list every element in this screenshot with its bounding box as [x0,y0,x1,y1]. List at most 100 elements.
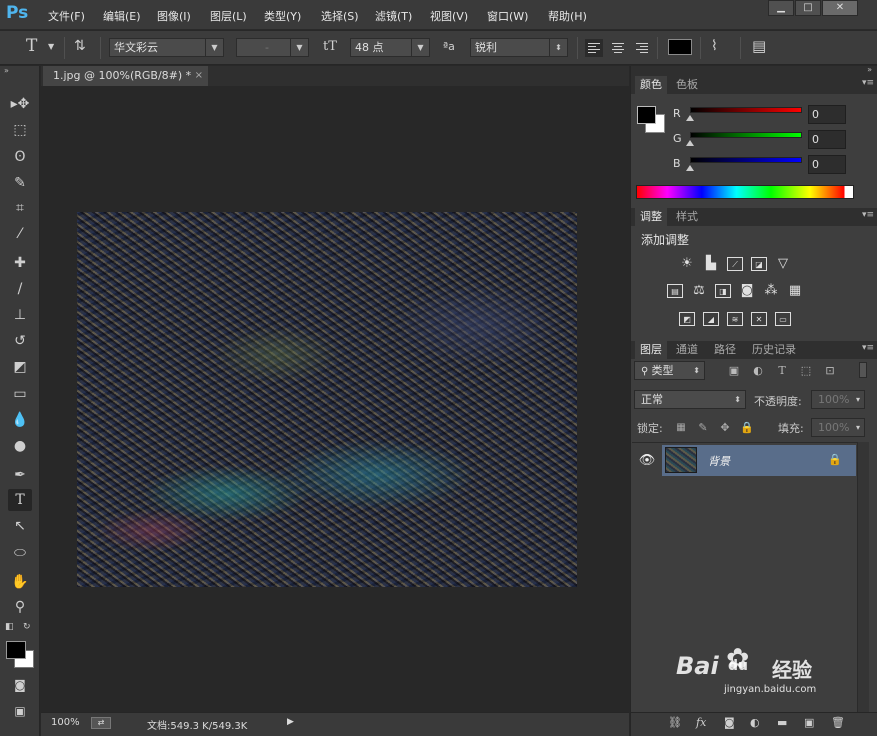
minimize-button[interactable]: ▁ [768,0,794,16]
dodge-tool-icon[interactable]: ● [8,435,32,457]
collapse-icon[interactable]: » [4,66,9,75]
hand-tool-icon[interactable]: ✋ [8,571,32,593]
opacity-input[interactable]: 100% ▾ [811,390,865,409]
quick-select-tool-icon[interactable]: ✎ [8,172,32,194]
fill-input[interactable]: 100% ▾ [811,418,865,437]
collapse-icon[interactable]: » [867,65,872,74]
marquee-tool-icon[interactable]: ⬚ [8,119,32,141]
gradient-tool-icon[interactable]: ▭ [8,383,32,405]
green-slider-thumb[interactable] [686,140,694,146]
tab-adjustments[interactable]: 调整 [635,208,667,226]
eye-icon[interactable]: 👁 [633,445,661,476]
lock-image-icon[interactable]: ✎ [695,421,711,435]
channel-mixer-icon[interactable]: ⁂ [763,284,779,298]
antialias-select[interactable]: 锐利 ⬍ [470,38,568,57]
zoom-tool-icon[interactable]: ⚲ [8,596,32,618]
menu-image[interactable]: 图像(I) [157,8,191,24]
filter-type-icon[interactable]: T [774,364,790,378]
align-center-button[interactable] [609,39,627,57]
foreground-color-chip[interactable] [637,106,656,124]
new-group-icon[interactable]: ▬ [777,716,787,729]
play-icon[interactable]: ▶ [287,717,294,727]
healing-brush-tool-icon[interactable]: ✚ [8,252,32,274]
tab-paths[interactable]: 路径 [709,341,741,359]
add-mask-icon[interactable]: ◙ [724,716,735,729]
layer-filter-select[interactable]: ⚲ 类型 ⬍ [634,361,705,380]
font-style-select[interactable]: - ▼ [236,38,309,57]
fx-icon[interactable]: fx [696,716,706,729]
red-value[interactable]: 0 [808,105,846,124]
red-slider[interactable] [690,107,802,113]
close-button[interactable]: ✕ [822,0,858,16]
text-orientation-icon[interactable]: ⇅ [74,38,86,54]
crop-tool-icon[interactable]: ⌗ [8,197,32,219]
filter-pixel-icon[interactable]: ▣ [726,364,742,378]
panel-menu-icon[interactable]: ▾≡ [862,78,874,88]
color-balance-icon[interactable]: ⚖ [691,284,707,298]
menu-window[interactable]: 窗口(W) [487,8,528,24]
pen-tool-icon[interactable]: ✒ [8,464,32,486]
delete-layer-icon[interactable]: 🗑 [831,716,845,729]
selective-color-icon[interactable]: ✕ [751,312,767,326]
align-left-button[interactable] [585,39,603,57]
lock-transparent-icon[interactable]: ▦ [673,421,689,435]
character-panel-icon[interactable]: ▤ [752,37,766,55]
tab-styles[interactable]: 样式 [671,208,703,226]
filter-toggle[interactable] [859,362,867,378]
type-tool-preset-icon[interactable]: T [26,36,37,56]
filter-adjustment-icon[interactable]: ◐ [750,364,766,378]
chevron-down-icon[interactable]: ▼ [48,42,54,51]
blue-slider-thumb[interactable] [686,165,694,171]
photo-filter-icon[interactable]: ◙ [739,284,755,298]
blur-tool-icon[interactable]: 💧 [8,409,32,431]
layer-name[interactable]: 背景 [708,453,730,469]
panel-menu-icon[interactable]: ▾≡ [862,210,874,220]
color-lookup-icon[interactable]: ▦ [787,284,803,298]
tab-channels[interactable]: 通道 [671,341,703,359]
hue-saturation-icon[interactable]: ▤ [667,284,683,298]
green-value[interactable]: 0 [808,130,846,149]
blue-slider[interactable] [690,157,802,163]
foreground-color-swatch[interactable] [6,641,26,659]
red-slider-thumb[interactable] [686,115,694,121]
menu-filter[interactable]: 滤镜(T) [375,8,412,24]
eraser-tool-icon[interactable]: ◩ [8,356,32,378]
menu-edit[interactable]: 编辑(E) [103,8,141,24]
adjustment-layer-icon[interactable]: ◐ [750,716,760,729]
align-right-button[interactable] [633,39,651,57]
menu-help[interactable]: 帮助(H) [548,8,587,24]
brush-tool-icon[interactable]: / [8,278,32,300]
clone-stamp-tool-icon[interactable]: ⊥ [8,304,32,326]
threshold-icon[interactable]: ≋ [727,312,743,326]
shape-tool-icon[interactable]: ⬭ [8,542,32,564]
text-color-swatch[interactable] [668,39,692,55]
quick-mask-icon[interactable]: ◙ [8,674,32,696]
menu-type[interactable]: 类型(Y) [264,8,301,24]
invert-icon[interactable]: ◩ [679,312,695,326]
font-size-select[interactable]: 48 点 ▼ [350,38,430,57]
tab-color[interactable]: 颜色 [635,76,667,94]
eyedropper-tool-icon[interactable]: ⁄ [8,223,32,245]
panel-menu-icon[interactable]: ▾≡ [862,343,874,353]
warp-text-icon[interactable]: ⌇ [711,38,718,54]
color-spectrum-bar[interactable] [636,185,854,199]
history-brush-tool-icon[interactable]: ↺ [8,330,32,352]
green-slider[interactable] [690,132,802,138]
tab-swatches[interactable]: 色板 [671,76,703,94]
zoom-level[interactable]: 100% [51,717,80,728]
blend-mode-select[interactable]: 正常 ⬍ [634,390,746,409]
close-icon[interactable]: × [195,66,203,86]
tab-layers[interactable]: 图层 [635,341,667,359]
maximize-button[interactable]: □ [795,0,821,16]
menu-select[interactable]: 选择(S) [321,8,359,24]
share-icon[interactable]: ⇄ [91,717,111,729]
screen-mode-icon[interactable]: ▣ [8,700,32,722]
menu-layer[interactable]: 图层(L) [210,8,247,24]
document-image[interactable] [77,212,577,587]
menu-file[interactable]: 文件(F) [48,8,85,24]
new-layer-icon[interactable]: ▣ [804,716,814,729]
link-layers-icon[interactable]: ⛓ [668,716,682,729]
posterize-icon[interactable]: ◢ [703,312,719,326]
vibrance-icon[interactable]: ▽ [775,257,791,271]
path-select-tool-icon[interactable]: ↖ [8,515,32,537]
